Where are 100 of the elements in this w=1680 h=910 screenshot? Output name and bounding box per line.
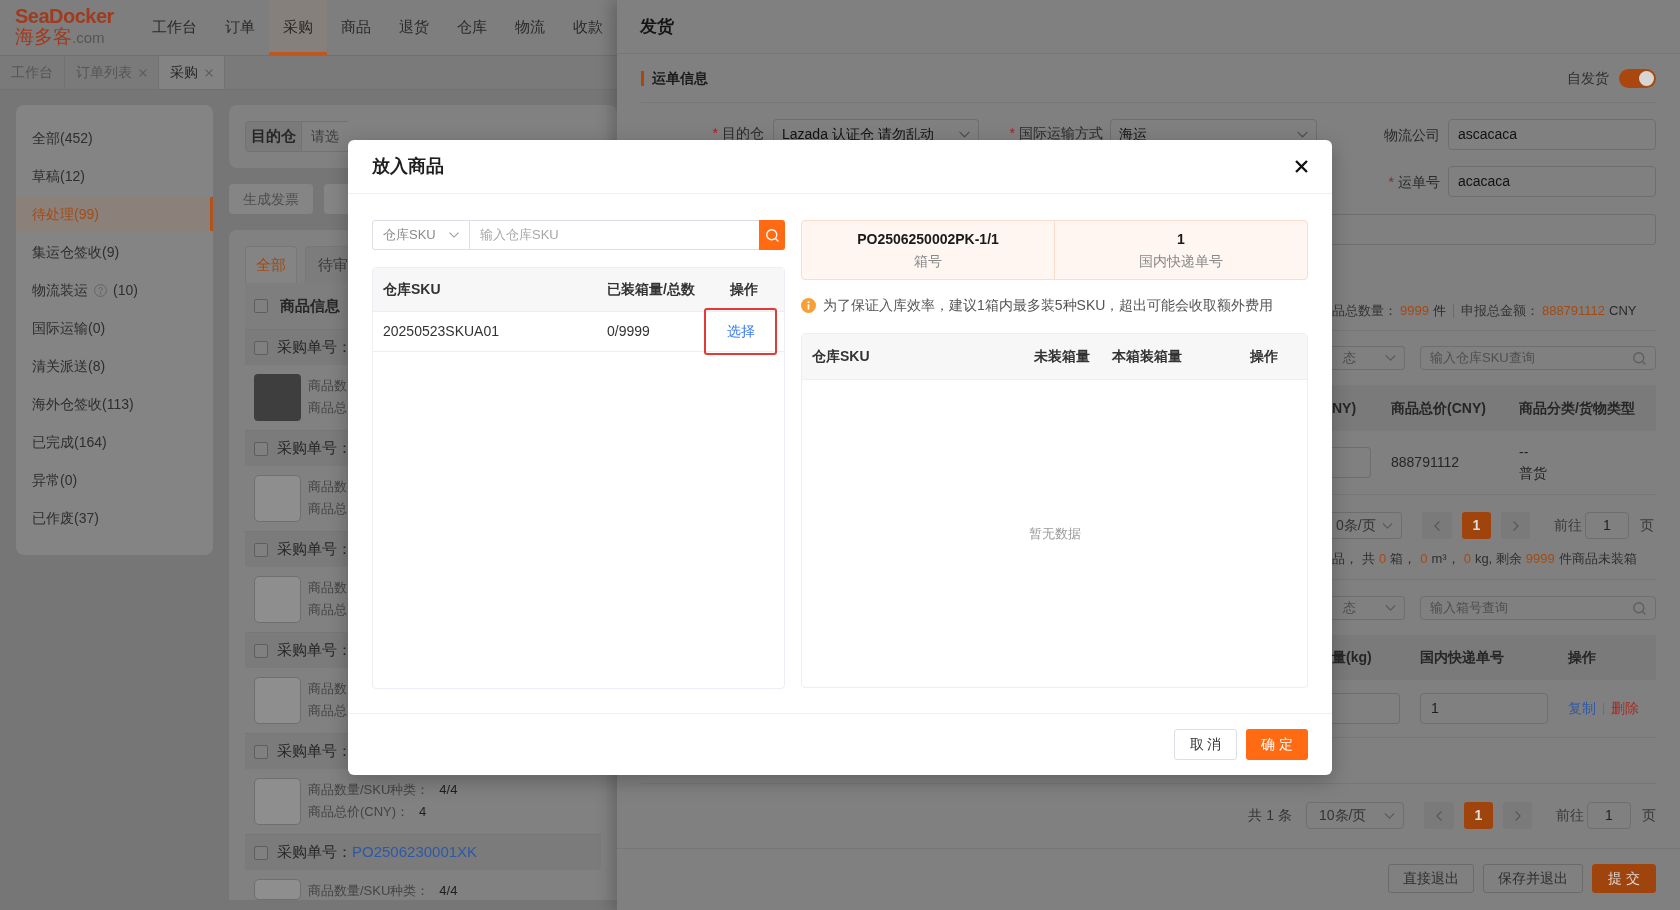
action-button[interactable] bbox=[324, 184, 348, 214]
checkbox[interactable] bbox=[254, 441, 268, 456]
detail-value: 4/4 bbox=[439, 883, 458, 899]
nav-tab[interactable]: 物流 bbox=[501, 0, 559, 55]
checkbox[interactable] bbox=[254, 299, 268, 313]
chevron-down-icon bbox=[1382, 522, 1393, 529]
image-placeholder bbox=[254, 677, 301, 724]
field-label: 国际运输方式 bbox=[1019, 126, 1103, 140]
dialog-button[interactable]: 取 消 bbox=[1174, 729, 1237, 760]
table-cell-text: 20250523SKUA01 bbox=[383, 322, 499, 341]
order-label: 采购单号： bbox=[277, 337, 352, 358]
search-field[interactable]: 输入仓库SKU bbox=[470, 220, 759, 250]
table-cell-text: 888791112 bbox=[1391, 453, 1460, 472]
column-header: NY) bbox=[1332, 398, 1357, 418]
page-tab[interactable]: 采购 bbox=[159, 56, 225, 89]
nav-tab[interactable]: 商品 bbox=[327, 0, 385, 55]
sidebar-item[interactable]: 异常(0) bbox=[16, 463, 213, 497]
select-field[interactable]: 请选 bbox=[302, 121, 348, 152]
chevron-down-icon bbox=[449, 232, 459, 238]
nav-tab[interactable]: 工作台 bbox=[138, 0, 211, 55]
nav-tab[interactable]: 收款 bbox=[559, 0, 617, 55]
previous-page-button[interactable] bbox=[1422, 512, 1452, 539]
checkbox[interactable] bbox=[254, 340, 268, 355]
summary-value: 9999 bbox=[1525, 551, 1555, 567]
field-label: 物流公司 bbox=[1384, 127, 1440, 142]
column-header: 未装箱量 bbox=[1034, 347, 1090, 366]
summary-unit: CNY bbox=[1609, 303, 1637, 319]
input-field[interactable]: 1 bbox=[1420, 693, 1548, 724]
image-placeholder bbox=[254, 778, 301, 825]
close-icon[interactable] bbox=[1295, 160, 1308, 173]
order-label: 采购单号： bbox=[277, 741, 352, 762]
checkbox[interactable] bbox=[254, 643, 268, 658]
chevron-down-icon bbox=[1385, 355, 1396, 361]
input-field[interactable] bbox=[1332, 214, 1656, 245]
column-header: 操作 bbox=[730, 280, 758, 299]
input-field[interactable]: ascacaca bbox=[1448, 119, 1656, 150]
search-button[interactable] bbox=[759, 220, 785, 250]
previous-page-button[interactable] bbox=[1424, 802, 1454, 829]
column-header: 操作 bbox=[1250, 347, 1278, 366]
goto-label: 前往 bbox=[1556, 806, 1584, 825]
chevron-right-icon bbox=[1512, 520, 1519, 531]
field-label: 目的仓 bbox=[245, 121, 302, 152]
footer-button[interactable]: 直接退出 bbox=[1388, 864, 1475, 893]
detail-label: 商品总价(CNY)： bbox=[308, 804, 410, 820]
summary-text: 品， bbox=[1332, 551, 1358, 567]
nav-tab[interactable]: 退货 bbox=[385, 0, 443, 55]
sidebar-item[interactable]: 物流装运 (10) bbox=[16, 273, 213, 307]
select-link[interactable]: 选择 bbox=[726, 321, 755, 342]
summary-text: 共 bbox=[1362, 551, 1375, 567]
dialog-button[interactable]: 确 定 bbox=[1246, 729, 1308, 760]
chevron-left-icon bbox=[1434, 520, 1440, 531]
page-unit: 页 bbox=[1640, 516, 1654, 535]
detail-label: 商品数 bbox=[308, 681, 347, 697]
select-field[interactable]: 仓库SKU bbox=[372, 220, 470, 250]
footer-button[interactable]: 保存并退出 bbox=[1483, 864, 1584, 893]
toggle-switch[interactable] bbox=[1619, 68, 1656, 88]
sidebar-item[interactable]: 草稿(12) bbox=[16, 159, 213, 193]
checkbox[interactable] bbox=[254, 542, 268, 557]
checkbox[interactable] bbox=[254, 845, 268, 860]
summary-value: 9999 bbox=[1400, 303, 1429, 319]
input-field[interactable]: acacaca bbox=[1448, 166, 1656, 197]
logo-wordmark: SeaDocker bbox=[15, 6, 114, 26]
sidebar-item[interactable]: 清关派送(8) bbox=[16, 349, 213, 383]
page-input[interactable]: 1 bbox=[1587, 802, 1631, 829]
search-icon bbox=[1633, 601, 1646, 615]
chevron-down-icon bbox=[959, 131, 970, 138]
image-placeholder bbox=[254, 879, 301, 900]
page-unit: 页 bbox=[1642, 806, 1656, 825]
nav-tab[interactable]: 采购 bbox=[269, 0, 327, 55]
search-icon bbox=[765, 228, 779, 242]
footer-button[interactable]: 提 交 bbox=[1592, 864, 1656, 893]
chevron-down-icon bbox=[1297, 131, 1308, 138]
photo-placeholder bbox=[254, 374, 301, 421]
nav-tab[interactable]: 仓库 bbox=[443, 0, 501, 55]
column-header: 国内快递单号 bbox=[1420, 648, 1504, 667]
order-label: 采购单号： bbox=[277, 438, 352, 459]
sidebar-item[interactable]: 全部(452) bbox=[16, 121, 213, 155]
sidebar-item[interactable]: 已完成(164) bbox=[16, 425, 213, 459]
page-button[interactable]: 1 bbox=[1464, 802, 1493, 829]
detail-label: 商品数 bbox=[308, 479, 347, 495]
column-header: 已装箱量/总数 bbox=[607, 280, 695, 299]
detail-label: 商品数 bbox=[308, 580, 347, 596]
page-button[interactable]: 1 bbox=[1462, 512, 1491, 539]
page-size-select[interactable]: 10条/页 bbox=[1306, 802, 1404, 829]
sidebar-item[interactable]: 国际运输(0) bbox=[16, 311, 213, 345]
summary-value: 0 bbox=[1379, 551, 1387, 567]
sidebar-item[interactable]: 海外仓签收(113) bbox=[16, 387, 213, 421]
summary-text: 箱， bbox=[1390, 551, 1417, 567]
next-page-button[interactable] bbox=[1503, 802, 1532, 829]
nav-tab[interactable]: 订单 bbox=[211, 0, 269, 55]
checkbox[interactable] bbox=[254, 744, 268, 759]
detail-label: 商品数量/SKU种类： bbox=[308, 883, 430, 899]
next-page-button[interactable] bbox=[1501, 512, 1530, 539]
sidebar-item[interactable]: 集运仓签收(9) bbox=[16, 235, 213, 269]
search-icon bbox=[1633, 351, 1646, 365]
page-input[interactable]: 1 bbox=[1585, 512, 1629, 539]
sidebar-item[interactable]: 已作废(37) bbox=[16, 501, 213, 535]
select-field[interactable]: 海运 bbox=[1110, 119, 1317, 140]
info-icon bbox=[801, 297, 816, 313]
order-label: 采购单号： bbox=[277, 842, 352, 863]
